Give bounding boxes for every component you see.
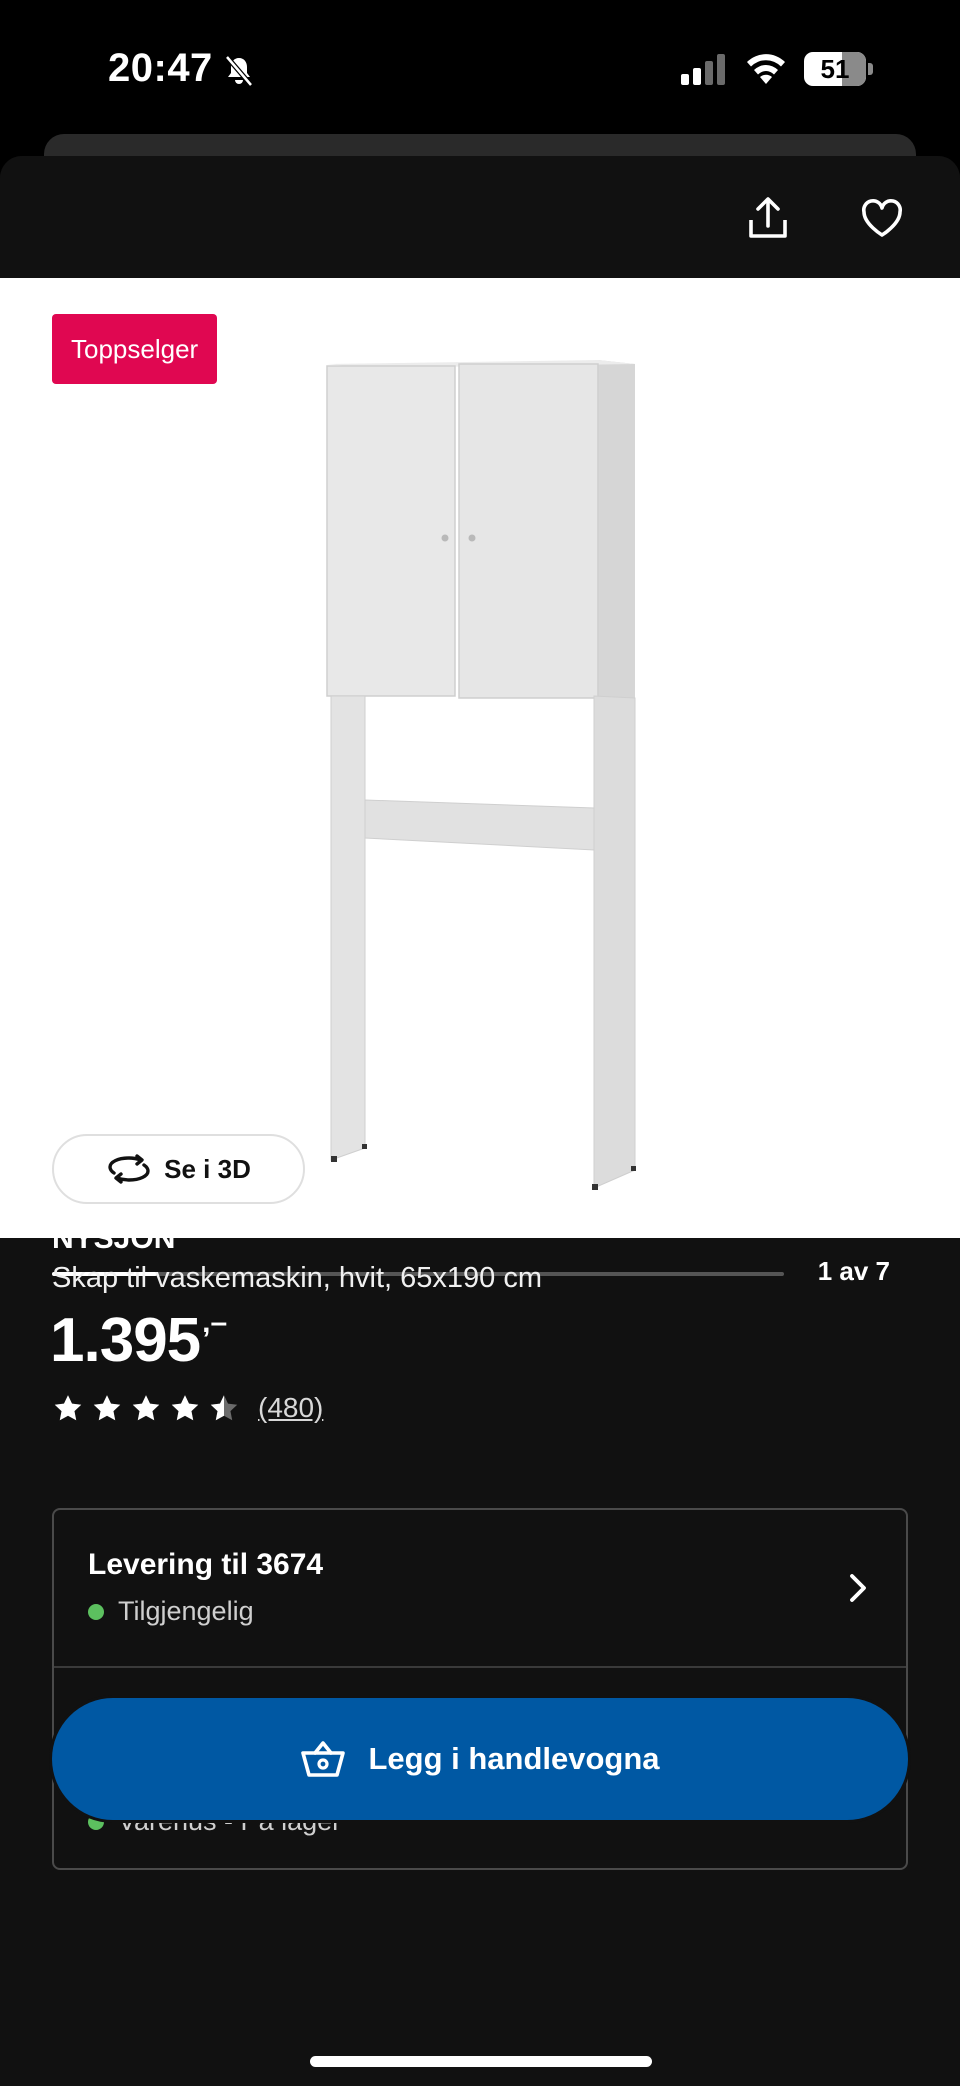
delivery-status-label: Tilgjengelig — [118, 1596, 254, 1626]
cellular-signal-icon — [681, 54, 725, 85]
delivery-title: Levering til 3674 — [88, 1548, 324, 1581]
product-description: Skap til vaskemaskin, hvit, 65x190 cm — [52, 1262, 542, 1294]
home-indicator[interactable] — [310, 2056, 652, 2067]
status-time: 20:47 — [108, 46, 213, 90]
rating-count-link[interactable]: (480) — [258, 1392, 323, 1424]
top-seller-badge: Toppselger — [52, 314, 218, 384]
battery-icon: 51 — [804, 52, 874, 86]
share-button[interactable] — [736, 186, 800, 250]
rating-stars — [52, 1393, 240, 1423]
gallery-page-counter: 1 av 7 — [817, 1256, 890, 1286]
star-icon — [93, 1395, 121, 1421]
favourite-button[interactable] — [850, 186, 914, 250]
add-to-cart-label: Legg i handlevogna — [368, 1741, 660, 1776]
shopping-basket-icon — [301, 1741, 346, 1777]
star-icon — [132, 1395, 160, 1421]
star-icon — [210, 1395, 238, 1421]
price-amount: 1.395 — [50, 1306, 201, 1375]
heart-icon — [861, 198, 903, 237]
rotate-3d-icon — [108, 1154, 150, 1184]
chevron-right-icon — [850, 1574, 866, 1602]
product-price: 1.395 ,– — [50, 1306, 227, 1376]
product-brand: NYSJÖN — [52, 1222, 176, 1255]
status-bar: 20:47 51 — [0, 0, 960, 130]
product-image — [326, 360, 636, 1190]
star-icon — [54, 1395, 82, 1421]
add-to-cart-button[interactable]: Legg i handlevogna — [52, 1698, 908, 1820]
wifi-icon — [747, 54, 785, 84]
view-in-3d-label: Se i 3D — [164, 1153, 251, 1184]
product-image-gallery[interactable]: Toppselger Se i 3D — [0, 278, 960, 1238]
sheet-header — [0, 156, 960, 278]
price-suffix: ,– — [202, 1306, 228, 1339]
star-icon — [171, 1395, 199, 1421]
product-rating[interactable]: (480) — [52, 1392, 323, 1424]
delivery-status: Tilgjengelig — [88, 1596, 254, 1627]
bell-off-icon — [225, 55, 253, 87]
delivery-row[interactable]: Levering til 3674 Tilgjengelig — [54, 1510, 906, 1668]
available-dot-icon — [88, 1603, 104, 1620]
battery-level: 51 — [820, 54, 850, 84]
share-icon — [749, 197, 787, 238]
view-in-3d-button[interactable]: Se i 3D — [52, 1134, 305, 1204]
